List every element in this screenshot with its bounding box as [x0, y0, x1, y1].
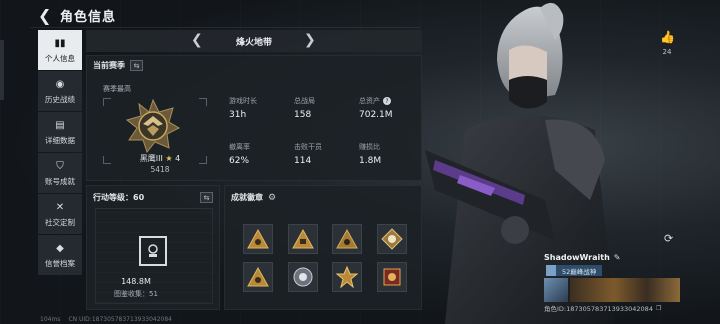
mode-selector: ❮ 烽火地带 ❯ [86, 30, 422, 52]
history-icon: ◉ [55, 78, 65, 90]
achievement-header: 成就徽章 [231, 193, 263, 202]
avatar[interactable] [544, 278, 568, 302]
rank-title: 黑鹰III ★ 4 [105, 153, 215, 164]
sidebar: ▮▮ 个人信息 ◉ 历史战绩 ▤ 详细数据 ⛉ 账号成就 ✕ 社交定制 ◆ 信誉… [38, 30, 82, 275]
footer-status: 104ms CN UID:187305783713933042084 [40, 316, 172, 323]
tools-icon: ✕ [55, 201, 65, 213]
stat-profit-ratio: 赚损比 1.8M [359, 142, 381, 166]
achievement-panel: 成就徽章 ⚙ [224, 185, 422, 310]
stat-value: 158 [294, 110, 312, 120]
mode-title: 烽火地带 [235, 37, 272, 48]
pencil-icon[interactable]: ✎ [614, 253, 621, 262]
sidebar-item-label: 社交定制 [45, 217, 75, 227]
sidebar-item-label: 个人信息 [45, 53, 75, 63]
stat-assets: 总资产? 702.1M [359, 96, 393, 120]
sidebar-item-label: 账号成就 [45, 176, 75, 186]
sidebar-item-personal-info[interactable]: ▮▮ 个人信息 [38, 30, 82, 70]
back-arrow-icon[interactable]: ❮ [38, 6, 52, 25]
data-icon: ▤ [55, 119, 65, 131]
sidebar-item-history[interactable]: ◉ 历史战绩 [38, 71, 82, 111]
season-panel: 当前赛季 ⇆ 赛季最高 黑鹰III ★ 4 5418 游戏时长 31h 总战局 … [86, 55, 422, 181]
rank-tag-icon [546, 265, 556, 276]
sidebar-item-details[interactable]: ▤ 详细数据 [38, 112, 82, 152]
uid-text: 角色ID:187305783713933042084 [544, 305, 653, 313]
collection-label: 图鉴收集：51 [114, 290, 158, 298]
stat-extract-rate: 撤离率 62% [229, 142, 250, 166]
chevron-right-icon[interactable]: ❯ [304, 32, 316, 48]
sidebar-item-credit[interactable]: ◆ 信誉档案 [38, 235, 82, 275]
sidebar-item-label: 信誉档案 [45, 258, 75, 268]
stat-label: 游戏时长 [229, 97, 257, 105]
left-edge-tab [0, 40, 4, 100]
stat-label: 总资产 [359, 97, 380, 105]
rank-score: 5418 [150, 165, 170, 174]
gear-icon[interactable]: ⚙ [268, 193, 276, 203]
copy-icon[interactable]: ❐ [656, 305, 661, 312]
sidebar-item-label: 历史战绩 [45, 94, 75, 104]
collection-icon [139, 236, 167, 266]
frame-corner [103, 98, 111, 106]
header-divider [30, 27, 420, 28]
stat-value: 31h [229, 110, 247, 120]
rank-stars: 4 [175, 154, 181, 163]
footer-uid: CN UID:187305783713933042084 [68, 316, 172, 323]
gold-triangle-badge-icon[interactable] [243, 224, 273, 254]
player-name-row: ShadowWraith ✎ [544, 253, 620, 262]
frame-corner [199, 98, 207, 106]
character-model[interactable] [405, 0, 665, 324]
gold-skull-badge-icon[interactable] [377, 224, 407, 254]
rank-emblem-icon [125, 98, 181, 154]
sidebar-item-label: 详细数据 [45, 135, 75, 145]
stat-label: 总战局 [294, 97, 315, 105]
swap-icon[interactable]: ⇆ [130, 60, 143, 71]
refresh-icon[interactable]: ⟳ [664, 232, 673, 245]
page-header: ❮ 角色信息 [38, 5, 116, 25]
player-name: ShadowWraith [544, 253, 610, 262]
rank-tag: 52巅峰战神 [546, 265, 603, 276]
stat-label: 赚损比 [359, 143, 380, 151]
page-title: 角色信息 [60, 9, 117, 25]
rank-name: 黑鹰III [139, 154, 163, 163]
thumbs-up-icon[interactable]: 👍 [660, 30, 675, 44]
action-level-label: 行动等级： [93, 193, 133, 202]
chevron-left-icon[interactable]: ❮ [191, 32, 203, 48]
season-best-label: 赛季最高 [103, 85, 131, 93]
stat-label: 撤离率 [229, 143, 250, 151]
ping-value: 104ms [40, 316, 61, 323]
silver-emblem-badge-icon[interactable] [288, 262, 318, 292]
stat-matches: 总战局 158 [294, 96, 315, 120]
stat-value: 1.8M [359, 156, 382, 166]
sidebar-item-social[interactable]: ✕ 社交定制 [38, 194, 82, 234]
profile-banner[interactable] [570, 278, 680, 302]
action-level-header: 行动等级：60 [93, 192, 144, 203]
trophy-icon: ⛉ [56, 160, 64, 172]
action-level-value: 60 [133, 193, 145, 202]
rank-tag-text: 52巅峰战神 [562, 267, 597, 276]
star-icon: ★ [165, 154, 173, 163]
bar-chart-icon: ▮▮ [54, 37, 66, 49]
uid-line: 角色ID:187305783713933042084 ❐ [544, 303, 661, 314]
sidebar-item-achievements[interactable]: ⛉ 账号成就 [38, 153, 82, 193]
gold-triangle-badge-icon[interactable] [332, 224, 362, 254]
collection-value: 148.8M [121, 277, 151, 286]
stat-playtime: 游戏时长 31h [229, 96, 257, 120]
red-gold-badge-icon[interactable] [377, 262, 407, 292]
stat-label: 击败干员 [294, 143, 322, 151]
gold-emblem-badge-icon[interactable] [332, 262, 362, 292]
stat-value: 114 [294, 156, 312, 166]
swap-icon[interactable]: ⇆ [200, 192, 213, 203]
help-icon[interactable]: ? [383, 97, 391, 105]
stat-kills: 击败干员 114 [294, 142, 322, 166]
like-count: 24 [662, 48, 672, 56]
stat-value: 62% [229, 156, 250, 166]
shield-icon: ◆ [56, 242, 64, 254]
gold-triangle-badge-icon[interactable] [288, 224, 318, 254]
season-header: 当前赛季 [93, 61, 125, 70]
gold-triangle-badge-icon[interactable] [243, 262, 273, 292]
stat-value: 702.1M [359, 110, 393, 120]
